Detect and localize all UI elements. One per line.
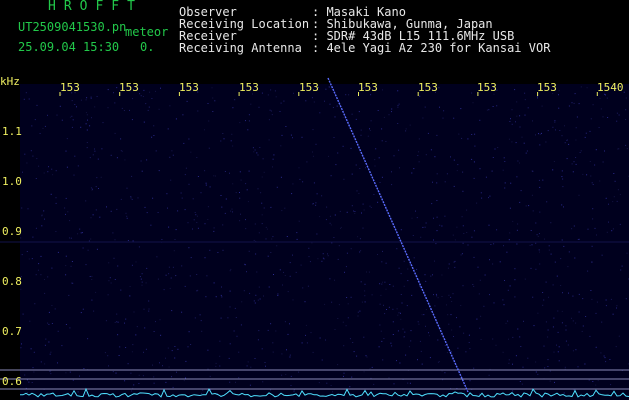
- x-tick-label: 1540: [597, 81, 624, 94]
- x-tick-label: 153: [418, 81, 438, 94]
- x-tick-label: 153: [119, 81, 139, 94]
- y-tick-label: 1.0: [2, 175, 22, 188]
- meteor-label: meteor: [125, 25, 169, 39]
- brand-title: HROFFT: [48, 0, 143, 14]
- x-tick-label: 153: [537, 81, 557, 94]
- filename-label: UT2509041530.pn: [18, 20, 127, 34]
- x-tick-label: 153: [299, 81, 319, 94]
- y-tick-label: 0.6: [2, 375, 22, 388]
- y-tick-label: 0.9: [2, 225, 22, 238]
- x-tick-label: 153: [477, 81, 497, 94]
- antenna-label: Receiving Antenna: [179, 41, 302, 55]
- spectrogram: [0, 77, 629, 400]
- y-tick-label: 0.8: [2, 275, 22, 288]
- x-tick-label: 153: [60, 81, 80, 94]
- y-axis-unit: kHz: [0, 75, 20, 88]
- meteor-count: 0.: [140, 40, 155, 54]
- x-tick-label: 153: [179, 81, 199, 94]
- datetime-label: 25.09.04 15:30: [18, 40, 120, 54]
- x-tick-label: 153: [239, 81, 259, 94]
- antenna-value: : 4ele Yagi Az 230 for Kansai VOR: [312, 41, 551, 55]
- y-tick-label: 0.7: [2, 325, 22, 338]
- x-tick-label: 153: [358, 81, 378, 94]
- y-tick-label: 1.1: [2, 125, 22, 138]
